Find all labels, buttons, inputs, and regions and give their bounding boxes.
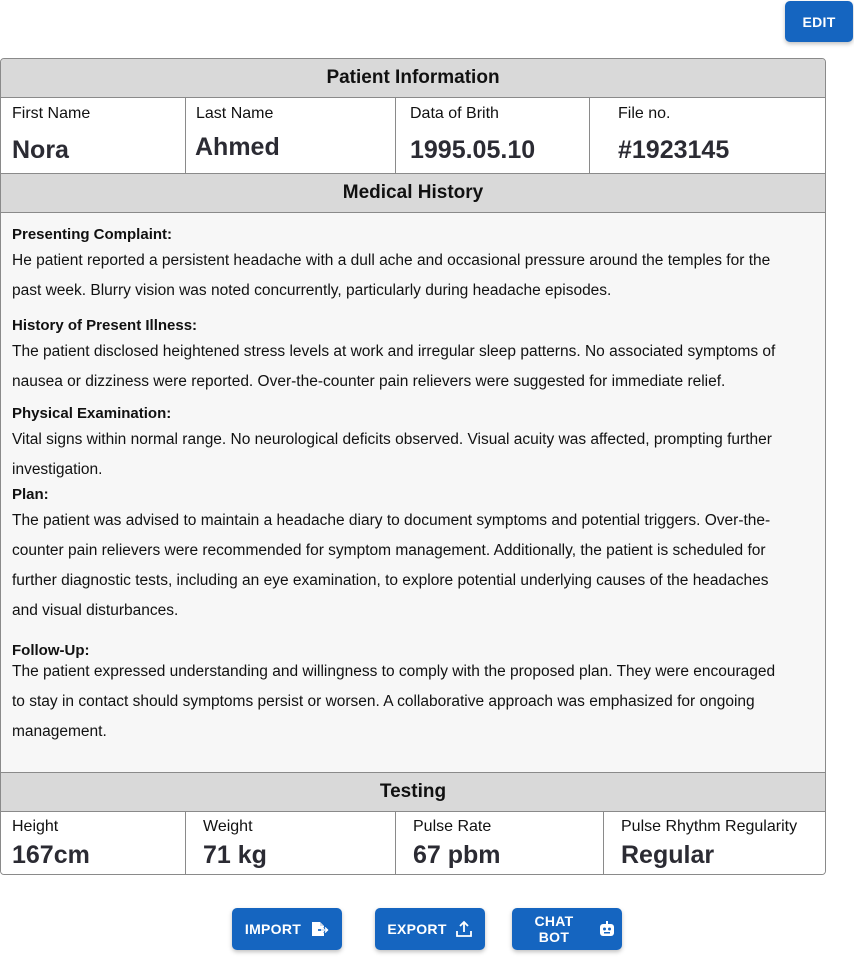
divider (603, 812, 604, 874)
patient-info-header: Patient Information (1, 59, 825, 97)
history-section-text: He patient reported a persistent headach… (12, 252, 771, 299)
patient-info-row: First Name Nora Last Name Ahmed Data of … (1, 98, 825, 173)
upload-icon (455, 920, 473, 938)
history-section-heading: Physical Examination: (12, 405, 172, 422)
dob-value: 1995.05.10 (410, 136, 536, 164)
file-no-value: #1923145 (618, 136, 730, 164)
dob-label: Data of Brith (410, 105, 499, 122)
history-section-text: The patient expressed understanding and … (12, 663, 776, 740)
divider (395, 98, 396, 173)
history-section-text: The patient was advised to maintain a he… (12, 512, 771, 619)
testing-row: Height 167cm Weight 71 kg Pulse Rate 67 … (1, 812, 825, 874)
file-no-label: File no. (618, 105, 671, 122)
height-value: 167cm (12, 841, 90, 869)
height-label: Height (12, 818, 59, 835)
patient-record-card: Patient Information First Name Nora Last… (0, 58, 826, 875)
history-section-heading: Plan: (12, 486, 49, 503)
first-name-value: Nora (12, 136, 69, 164)
file-import-icon (309, 919, 329, 939)
pulse-rhythm-label: Pulse Rhythm Regularity (621, 818, 798, 835)
import-button[interactable]: IMPORT (232, 908, 342, 950)
history-section-heading: Presenting Complaint: (12, 226, 173, 243)
history-section-text: Vital signs within normal range. No neur… (12, 431, 772, 478)
pulse-rate-value: 67 pbm (413, 841, 501, 869)
pulse-rhythm-value: Regular (621, 841, 715, 869)
weight-label: Weight (203, 818, 253, 835)
divider (589, 98, 590, 173)
testing-header: Testing (1, 773, 825, 811)
divider (1, 212, 825, 213)
last-name-value: Ahmed (195, 133, 280, 161)
divider (185, 98, 186, 173)
divider (185, 812, 186, 874)
export-button[interactable]: EXPORT (375, 908, 485, 950)
divider (395, 812, 396, 874)
history-section-text: The patient disclosed heightened stress … (12, 343, 776, 390)
edit-button-label: EDIT (802, 13, 836, 30)
robot-icon (598, 920, 616, 938)
chatbot-button[interactable]: CHAT BOT (512, 908, 622, 950)
history-section-heading: History of Present Illness: (12, 317, 198, 334)
chatbot-button-label: CHAT BOT (534, 913, 574, 945)
export-button-label: EXPORT (387, 921, 447, 937)
import-button-label: IMPORT (244, 921, 302, 937)
pulse-rate-label: Pulse Rate (413, 818, 492, 835)
weight-value: 71 kg (203, 841, 267, 869)
edit-button[interactable]: EDIT (785, 1, 853, 42)
last-name-label: Last Name (196, 105, 274, 122)
medical-history-header: Medical History (1, 174, 825, 212)
first-name-label: First Name (12, 105, 91, 122)
